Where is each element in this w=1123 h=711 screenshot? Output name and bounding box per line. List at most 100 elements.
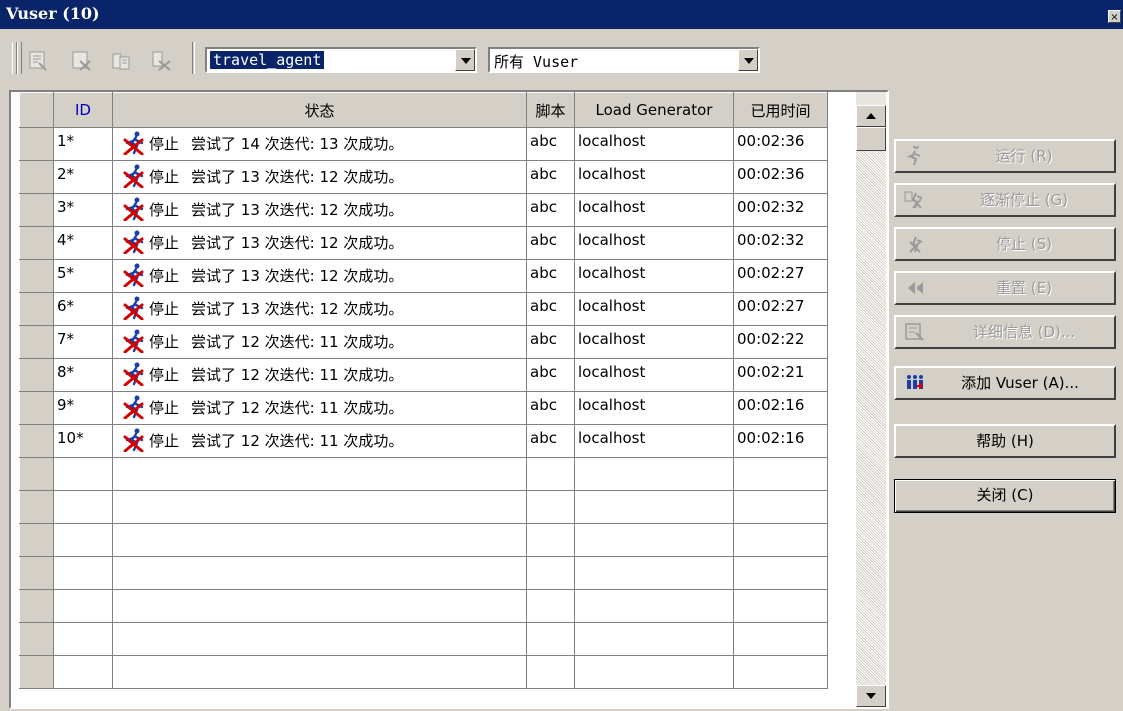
- cell-status: 停止 尝试了 13 次迭代: 12 次成功。: [112, 160, 527, 194]
- row-header[interactable]: [19, 325, 54, 359]
- gradual-stop-icon: [904, 191, 923, 209]
- empty-table-row: [19, 589, 828, 623]
- vuser-grid[interactable]: ID 状态 脚本 Load Generator 已用时间 1* 停止 尝试了 14 …: [9, 90, 889, 709]
- cell-id: 7*: [53, 325, 113, 359]
- scrollbar-track[interactable]: [856, 151, 886, 685]
- scroll-up-icon[interactable]: [856, 105, 886, 127]
- table-row[interactable]: 5* 停止 尝试了 13 次迭代: 12 次成功。 abc localhost 00:02…: [19, 259, 828, 293]
- stop-icon: [909, 236, 923, 253]
- row-header[interactable]: [19, 127, 54, 161]
- vuser-filter-icon[interactable]: [150, 49, 174, 73]
- gradual-stop-button[interactable]: 逐渐停止 (G): [894, 183, 1116, 217]
- script-name: abc: [530, 363, 557, 381]
- empty-table-row: [19, 457, 828, 491]
- close-button[interactable]: 关闭 (C): [894, 479, 1116, 513]
- run-button-label: 运行 (R): [995, 147, 1053, 165]
- table-row[interactable]: 9* 停止 尝试了 12 次迭代: 11 次成功。 abc localhost 00:02…: [19, 391, 828, 425]
- group-select[interactable]: travel_agent: [205, 47, 477, 73]
- cell-id: 8*: [53, 358, 113, 392]
- row-header[interactable]: [19, 424, 54, 458]
- details-icon: [905, 323, 924, 341]
- chevron-down-icon[interactable]: [738, 49, 758, 71]
- row-header[interactable]: [19, 292, 54, 326]
- cell-id: 2*: [53, 160, 113, 194]
- status-detail: 尝试了 13 次迭代: 12 次成功。: [191, 233, 404, 252]
- vuser-filter-select[interactable]: 所有 Vuser: [488, 47, 760, 73]
- row-header[interactable]: [19, 358, 54, 392]
- reset-button[interactable]: 重置 (E): [894, 271, 1116, 305]
- cell-script: abc: [526, 391, 575, 425]
- row-header[interactable]: [19, 391, 54, 425]
- row-header[interactable]: [19, 226, 54, 260]
- vuser-details-icon[interactable]: [27, 49, 51, 73]
- column-header-script[interactable]: 脚本: [526, 92, 575, 128]
- column-header-load-generator[interactable]: Load Generator: [574, 92, 734, 128]
- scrollbar-thumb[interactable]: [856, 127, 886, 151]
- column-header-id[interactable]: ID: [53, 92, 113, 128]
- row-header[interactable]: [19, 259, 54, 293]
- vuser-id: 9*: [57, 396, 75, 414]
- vuser-id: 3*: [57, 198, 75, 216]
- reset-button-label: 重置 (E): [996, 279, 1052, 297]
- script-name: abc: [530, 429, 557, 447]
- chevron-down-icon[interactable]: [455, 49, 475, 71]
- status-detail: 尝试了 13 次迭代: 12 次成功。: [191, 299, 404, 318]
- cell-elapsed: 00:02:21: [733, 358, 828, 392]
- reset-icon: [908, 282, 923, 294]
- stop-button-label: 停止 (S): [996, 235, 1052, 253]
- status-word: 停止: [149, 431, 180, 450]
- vuser-id: 10*: [57, 429, 84, 447]
- column-header-status[interactable]: 状态: [112, 92, 527, 128]
- cell-elapsed: 00:02:22: [733, 325, 828, 359]
- help-button-label: 帮助 (H): [976, 432, 1034, 450]
- vuser-id: 7*: [57, 330, 75, 348]
- script-name: abc: [530, 396, 557, 414]
- table-row[interactable]: 7* 停止 尝试了 12 次迭代: 11 次成功。 abc localhost 00:02…: [19, 325, 828, 359]
- row-header: [19, 556, 54, 590]
- table-row[interactable]: 2* 停止 尝试了 13 次迭代: 12 次成功。 abc localhost 00:02…: [19, 160, 828, 194]
- vuser-id: 4*: [57, 231, 75, 249]
- row-header[interactable]: [19, 160, 54, 194]
- load-generator-name: localhost: [578, 396, 646, 414]
- status-detail: 尝试了 13 次迭代: 12 次成功。: [191, 200, 404, 219]
- table-row[interactable]: 1* 停止 尝试了 14 次迭代: 13 次成功。 abc localhost 00:02…: [19, 127, 828, 161]
- table-row[interactable]: 10* 停止 尝试了 12 次迭代: 11 次成功。 abc localhost 00:0…: [19, 424, 828, 458]
- table-row[interactable]: 8* 停止 尝试了 12 次迭代: 11 次成功。 abc localhost 00:02…: [19, 358, 828, 392]
- close-icon[interactable]: ×: [1108, 10, 1121, 23]
- vertical-scrollbar[interactable]: [856, 92, 886, 707]
- cell-status: 停止 尝试了 14 次迭代: 13 次成功。: [112, 127, 527, 161]
- details-button[interactable]: 详细信息 (D)...: [894, 315, 1116, 349]
- cell-script: abc: [526, 259, 575, 293]
- table-row[interactable]: 6* 停止 尝试了 13 次迭代: 12 次成功。 abc localhost 00:02…: [19, 292, 828, 326]
- cell-load-generator: localhost: [574, 160, 734, 194]
- elapsed-time: 00:02:32: [737, 198, 805, 216]
- stopped-runner-icon: [123, 131, 144, 155]
- cell-load-generator: localhost: [574, 259, 734, 293]
- scroll-down-icon[interactable]: [856, 685, 886, 707]
- stopped-runner-icon: [123, 230, 144, 254]
- vuser-stop-icon[interactable]: [70, 49, 94, 73]
- close-button-label: 关闭 (C): [976, 486, 1034, 504]
- cell-status: 停止 尝试了 12 次迭代: 11 次成功。: [112, 391, 527, 425]
- cell-script: abc: [526, 226, 575, 260]
- column-header-elapsed[interactable]: 已用时间: [733, 92, 828, 128]
- vuser-id: 5*: [57, 264, 75, 282]
- script-name: abc: [530, 132, 557, 150]
- stopped-runner-icon: [123, 329, 144, 353]
- stopped-runner-icon: [123, 362, 144, 386]
- table-row[interactable]: 4* 停止 尝试了 13 次迭代: 12 次成功。 abc localhost 00:02…: [19, 226, 828, 260]
- vuser-log-icon[interactable]: [110, 49, 134, 73]
- stop-button[interactable]: 停止 (S): [894, 227, 1116, 261]
- status-word: 停止: [149, 167, 180, 186]
- row-header[interactable]: [19, 193, 54, 227]
- add-vuser-button[interactable]: 添加 Vuser (A)...: [894, 366, 1116, 400]
- add-vuser-icon: [907, 375, 923, 389]
- help-button[interactable]: 帮助 (H): [894, 424, 1116, 458]
- cell-elapsed: 00:02:16: [733, 391, 828, 425]
- run-button[interactable]: 运行 (R): [894, 139, 1116, 173]
- empty-table-row: [19, 655, 828, 689]
- vuser-filter-value: 所有 Vuser: [494, 53, 579, 71]
- table-row[interactable]: 3* 停止 尝试了 13 次迭代: 12 次成功。 abc localhost 00:02…: [19, 193, 828, 227]
- cell-status: 停止 尝试了 12 次迭代: 11 次成功。: [112, 424, 527, 458]
- stopped-runner-icon: [123, 395, 144, 419]
